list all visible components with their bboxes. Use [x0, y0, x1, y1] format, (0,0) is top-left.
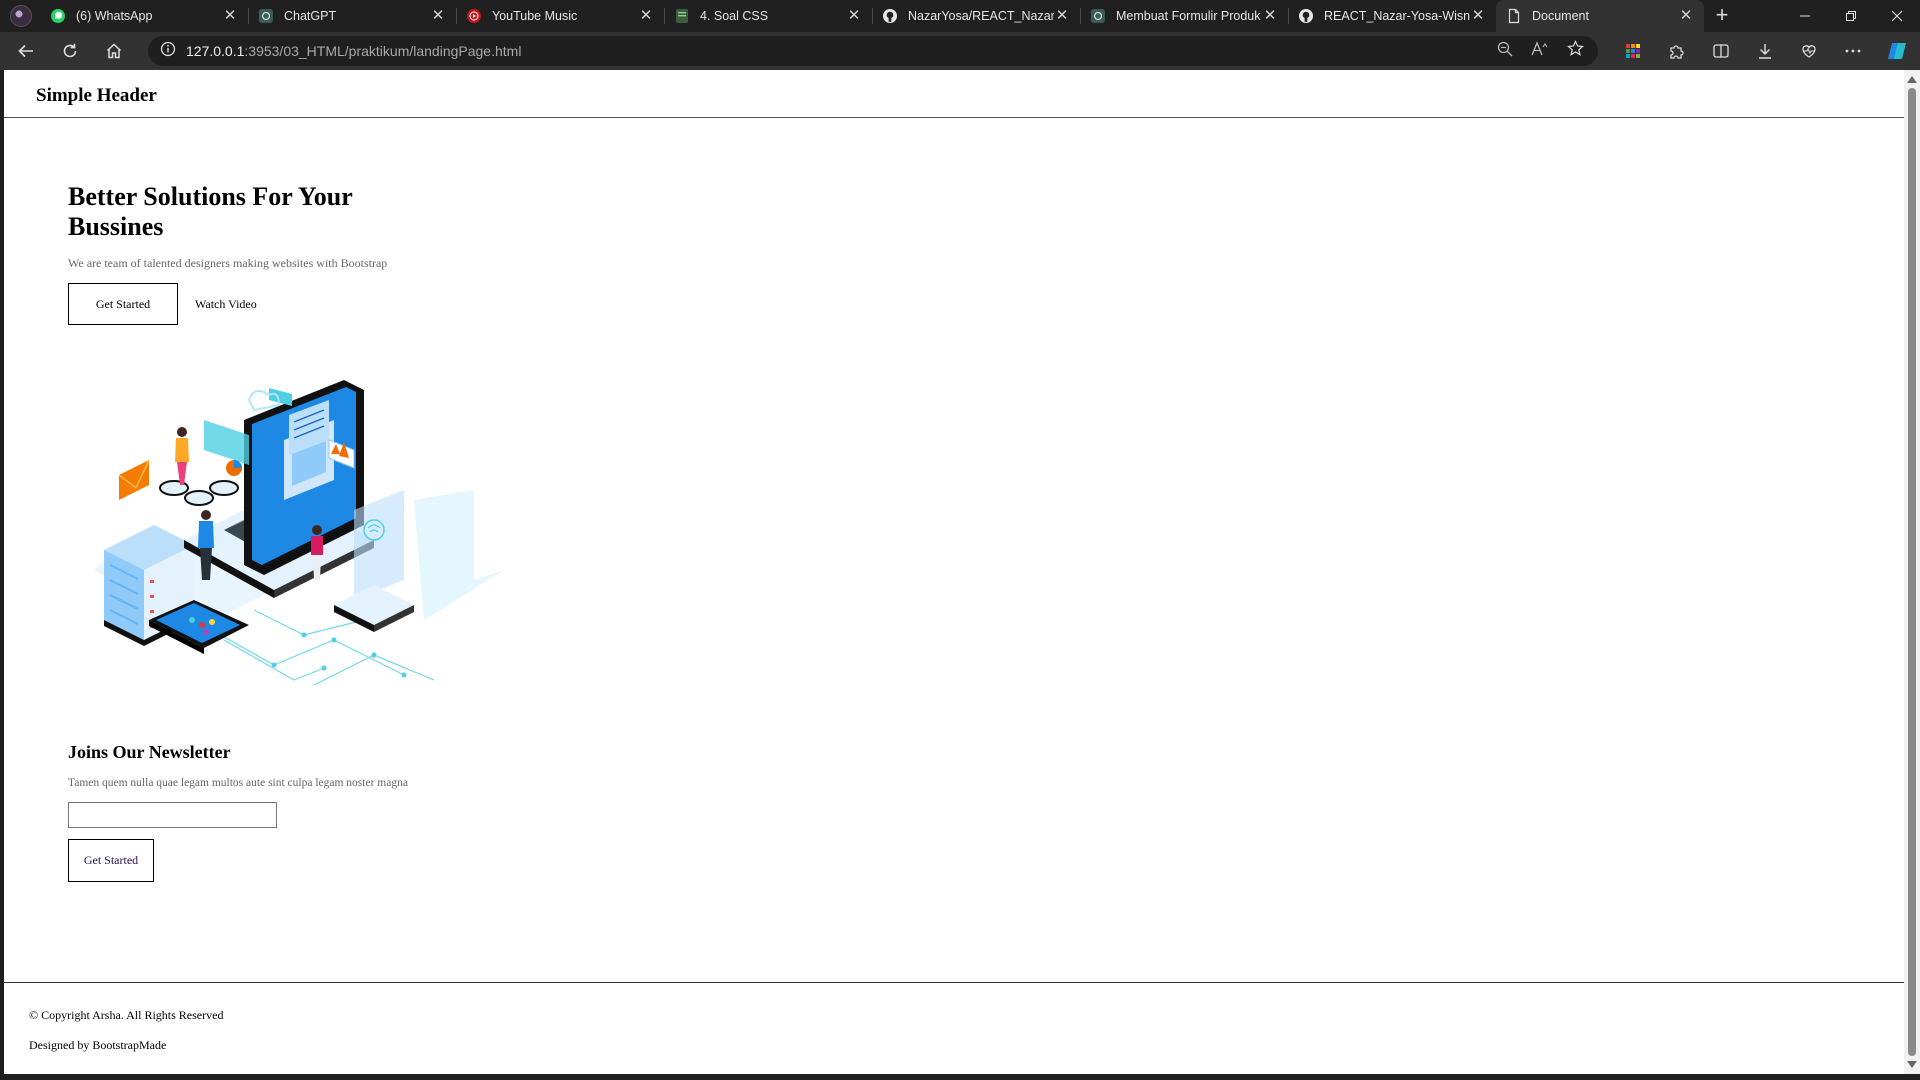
tab-document[interactable]: Document ✕ [1496, 0, 1704, 32]
page-scrollbar[interactable] [1904, 70, 1920, 1074]
tab-github-react[interactable]: REACT_Nazar-Yosa-Wisnu- ✕ [1288, 0, 1496, 32]
github-icon [1298, 8, 1314, 24]
close-tab-icon[interactable]: ✕ [1470, 8, 1486, 24]
tab-title: YouTube Music [492, 9, 578, 23]
url-text[interactable]: 127.0.0.1:3953/03_HTML/praktikum/landing… [186, 43, 521, 59]
address-bar[interactable]: 127.0.0.1:3953/03_HTML/praktikum/landing… [148, 36, 1598, 66]
tab-youtube-music[interactable]: YouTube Music ✕ [456, 0, 664, 32]
close-tab-icon[interactable]: ✕ [1678, 8, 1694, 24]
page-viewport: Simple Header Better Solutions For Your … [4, 70, 1904, 1074]
envelope-icon [119, 460, 149, 500]
watch-video-link[interactable]: Watch Video [195, 297, 257, 312]
browser-toolbar: 127.0.0.1:3953/03_HTML/praktikum/landing… [0, 32, 1920, 70]
tab-title: NazarYosa/REACT_Nazar-Y [908, 9, 1054, 23]
close-tab-icon[interactable]: ✕ [846, 8, 862, 24]
site-info-icon[interactable] [160, 41, 176, 62]
restore-icon[interactable] [1828, 0, 1874, 32]
newsletter-section: Joins Our Newsletter Tamen quem nulla qu… [68, 742, 408, 882]
scroll-up-icon[interactable] [1907, 76, 1917, 83]
hero-actions: Get Started Watch Video [68, 283, 408, 325]
tab-chatgpt[interactable]: ChatGPT ✕ [248, 0, 456, 32]
newsletter-title: Joins Our Newsletter [68, 742, 231, 762]
refresh-icon[interactable] [52, 36, 88, 66]
tab-whatsapp[interactable]: (6) WhatsApp ✕ [40, 0, 248, 32]
hero-subtitle: We are team of talented designers making… [68, 256, 388, 270]
more-menu-icon[interactable] [1838, 36, 1868, 66]
whatsapp-icon [50, 8, 66, 24]
url-path: :3953/03_HTML/praktikum/landingPage.html [244, 43, 522, 59]
page-header: Simple Header [4, 70, 1904, 118]
newsletter-email-input[interactable] [68, 802, 277, 828]
person-figure [175, 427, 189, 485]
profile-avatar[interactable] [10, 5, 32, 27]
document-icon [674, 8, 690, 24]
window-bottom-border [0, 1074, 1920, 1080]
downloads-icon[interactable] [1750, 36, 1780, 66]
tab-membuat-formulir[interactable]: Membuat Formulir Produk ✕ [1080, 0, 1288, 32]
home-icon[interactable] [96, 36, 132, 66]
newsletter-submit-button[interactable]: Get Started [68, 839, 154, 882]
new-tab-button[interactable]: + [1704, 0, 1740, 32]
github-icon [882, 8, 898, 24]
tab-title: 4. Soal CSS [700, 9, 769, 23]
browser-essentials-icon[interactable] [1794, 36, 1824, 66]
youtube-music-icon [466, 8, 482, 24]
close-tab-icon[interactable]: ✕ [1054, 8, 1070, 24]
footer-copyright: © Copyright Arsha. All Rights Reserved [29, 1008, 224, 1022]
tab-soal-css[interactable]: 4. Soal CSS ✕ [664, 0, 872, 32]
tab-title: (6) WhatsApp [76, 9, 153, 23]
back-icon[interactable] [8, 36, 44, 66]
tab-strip: (6) WhatsApp ✕ ChatGPT ✕ YouTube Music ✕… [0, 0, 1920, 32]
chatgpt-icon [258, 8, 274, 24]
get-started-button[interactable]: Get Started [68, 283, 178, 325]
close-tab-icon[interactable]: ✕ [222, 8, 238, 24]
read-aloud-icon[interactable] [1531, 40, 1549, 62]
hero-section: Better Solutions For Your Bussines We ar… [68, 182, 408, 325]
chatgpt-icon [1090, 8, 1106, 24]
footer-credit: Designed by BootstrapMade [29, 1038, 167, 1052]
tab-title: Membuat Formulir Produk [1116, 9, 1261, 23]
zoom-out-icon[interactable] [1497, 41, 1513, 62]
tab-title: Document [1532, 9, 1589, 23]
tab-github-repo[interactable]: NazarYosa/REACT_Nazar-Y ✕ [872, 0, 1080, 32]
tab-title: REACT_Nazar-Yosa-Wisnu- [1324, 9, 1470, 23]
hero-illustration [74, 380, 524, 710]
header-title: Simple Header [36, 84, 157, 106]
extensions-icon[interactable] [1662, 36, 1692, 66]
apps-grid-icon[interactable] [1618, 36, 1648, 66]
newsletter-text: Tamen quem nulla quae legam multos aute … [68, 777, 408, 789]
window-controls [1782, 0, 1920, 32]
minimize-icon[interactable] [1782, 0, 1828, 32]
tab-title: ChatGPT [284, 9, 337, 23]
scroll-down-icon[interactable] [1907, 1061, 1917, 1068]
page-footer: © Copyright Arsha. All Rights Reserved D… [4, 982, 1904, 1053]
close-tab-icon[interactable]: ✕ [1262, 8, 1278, 24]
close-window-icon[interactable] [1874, 0, 1920, 32]
page-icon [1506, 8, 1522, 24]
favorite-star-icon[interactable] [1567, 40, 1584, 62]
scrollbar-thumb[interactable] [1908, 88, 1916, 1056]
url-host: 127.0.0.1 [186, 43, 245, 59]
copilot-icon[interactable] [1882, 36, 1912, 66]
split-screen-icon[interactable] [1706, 36, 1736, 66]
close-tab-icon[interactable]: ✕ [638, 8, 654, 24]
close-tab-icon[interactable]: ✕ [430, 8, 446, 24]
hero-title: Better Solutions For Your Bussines [68, 182, 353, 241]
